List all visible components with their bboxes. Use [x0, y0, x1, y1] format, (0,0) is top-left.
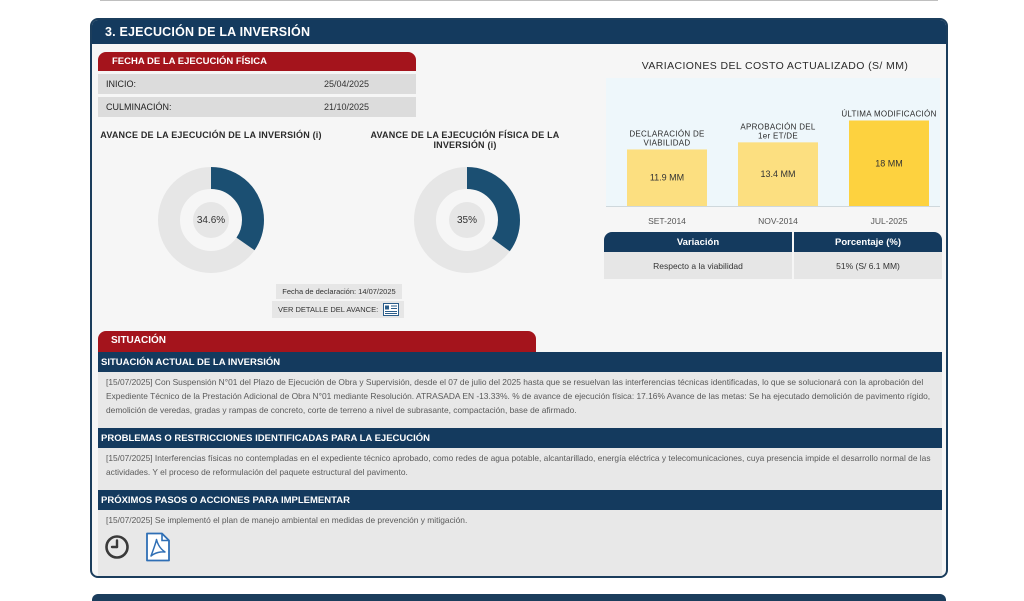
top-divider: [100, 0, 938, 1]
situacion-actual-title: SITUACIÓN ACTUAL DE LA INVERSIÓN: [98, 352, 942, 372]
ver-detalle-avance-button[interactable]: VER DETALLE DEL AVANCE:: [272, 301, 404, 318]
proximos-pasos-text: [15/07/2025] Se implementó el plan de ma…: [98, 510, 942, 576]
fecha-ejecucion-title: FECHA DE LA EJECUCIÓN FÍSICA: [98, 52, 416, 71]
fecha-declaracion: Fecha de declaración: 14/07/2025: [276, 284, 402, 299]
proximos-pasos-block: PRÓXIMOS PASOS O ACCIONES PARA IMPLEMENT…: [98, 490, 942, 576]
avance-fisica-value: 35%: [449, 202, 485, 238]
cost-variation-chart: 11.9 MM DECLARACIÓN DEVIABILIDAD SET-2014 1…: [606, 110, 940, 226]
ver-detalle-label: VER DETALLE DEL AVANCE:: [278, 305, 379, 314]
avance-inversion-title: AVANCE DE LA EJECUCIÓN DE LA INVERSIÓN (…: [100, 130, 322, 140]
next-section-edge: [92, 594, 946, 601]
problemas-title: PROBLEMAS O RESTRICCIONES IDENTIFICADAS …: [98, 428, 942, 448]
chart-bar-label: ÚLTIMA MODIFICACIÓN: [841, 110, 936, 119]
chart-category-label: JUL-2025: [871, 216, 908, 226]
situacion-tab: SITUACIÓN: [98, 331, 536, 352]
section-title: 3. EJECUCIÓN DE LA INVERSIÓN: [92, 20, 946, 44]
fecha-label: INICIO:: [106, 79, 137, 89]
table-row: Respecto a la viabilidad 51% (S/ 6.1 MM): [604, 252, 942, 279]
fecha-row-inicio: INICIO: 25/04/2025: [98, 74, 416, 94]
clock-icon[interactable]: [104, 534, 130, 560]
chart-bar-label: VIABILIDAD: [643, 138, 690, 147]
variacion-header: Variación: [604, 232, 792, 252]
problemas-text: [15/07/2025] Interferencias físicas no c…: [98, 448, 942, 490]
fecha-ejecucion-box: FECHA DE LA EJECUCIÓN FÍSICA INICIO: 25/…: [98, 52, 416, 117]
chart-bar-label: DECLARACIÓN DE: [629, 129, 704, 138]
situacion-actual-text: [15/07/2025] Con Suspensión N°01 del Pla…: [98, 372, 942, 428]
chart-data-label: 11.9 MM: [650, 173, 684, 183]
chart-bar-label: APROBACIÓN DEL: [740, 122, 816, 131]
fecha-label: CULMINACIÓN:: [106, 102, 172, 112]
fecha-row-culminacion: CULMINACIÓN: 21/10/2025: [98, 97, 416, 117]
chart-bar-label: 1er ET/DE: [758, 131, 798, 140]
ejecucion-section: 3. EJECUCIÓN DE LA INVERSIÓN FECHA DE LA…: [90, 18, 948, 578]
situacion-actual-block: SITUACIÓN ACTUAL DE LA INVERSIÓN [15/07/…: [98, 352, 942, 428]
chart-category-label: NOV-2014: [758, 216, 798, 226]
variacion-table-header: Variación Porcentaje (%): [604, 232, 942, 252]
chart-data-label: 13.4 MM: [760, 169, 795, 179]
variacion-cell: Respecto a la viabilidad: [653, 261, 743, 271]
avance-inversion-value: 34.6%: [193, 202, 229, 238]
porcentaje-header: Porcentaje (%): [794, 232, 942, 252]
pdf-icon[interactable]: [144, 532, 172, 562]
chart-title: VARIACIONES DEL COSTO ACTUALIZADO (S/ MM…: [641, 60, 909, 72]
chart-data-label: 18 MM: [875, 158, 903, 168]
problemas-block: PROBLEMAS O RESTRICCIONES IDENTIFICADAS …: [98, 428, 942, 490]
document-icon[interactable]: [383, 303, 400, 316]
fecha-value: 21/10/2025: [324, 102, 370, 112]
variacion-table: Variación Porcentaje (%) Respecto a la v…: [604, 232, 942, 279]
avance-fisica-title: AVANCE DE LA EJECUCIÓN FÍSICA DE LA INVE…: [370, 130, 560, 150]
porcentaje-cell: 51% (S/ 6.1 MM): [792, 252, 942, 279]
action-icons: [104, 532, 172, 562]
chart-category-label: SET-2014: [648, 216, 686, 226]
fecha-value: 25/04/2025: [324, 79, 370, 89]
proximos-pasos-title: PRÓXIMOS PASOS O ACCIONES PARA IMPLEMENT…: [98, 490, 942, 510]
